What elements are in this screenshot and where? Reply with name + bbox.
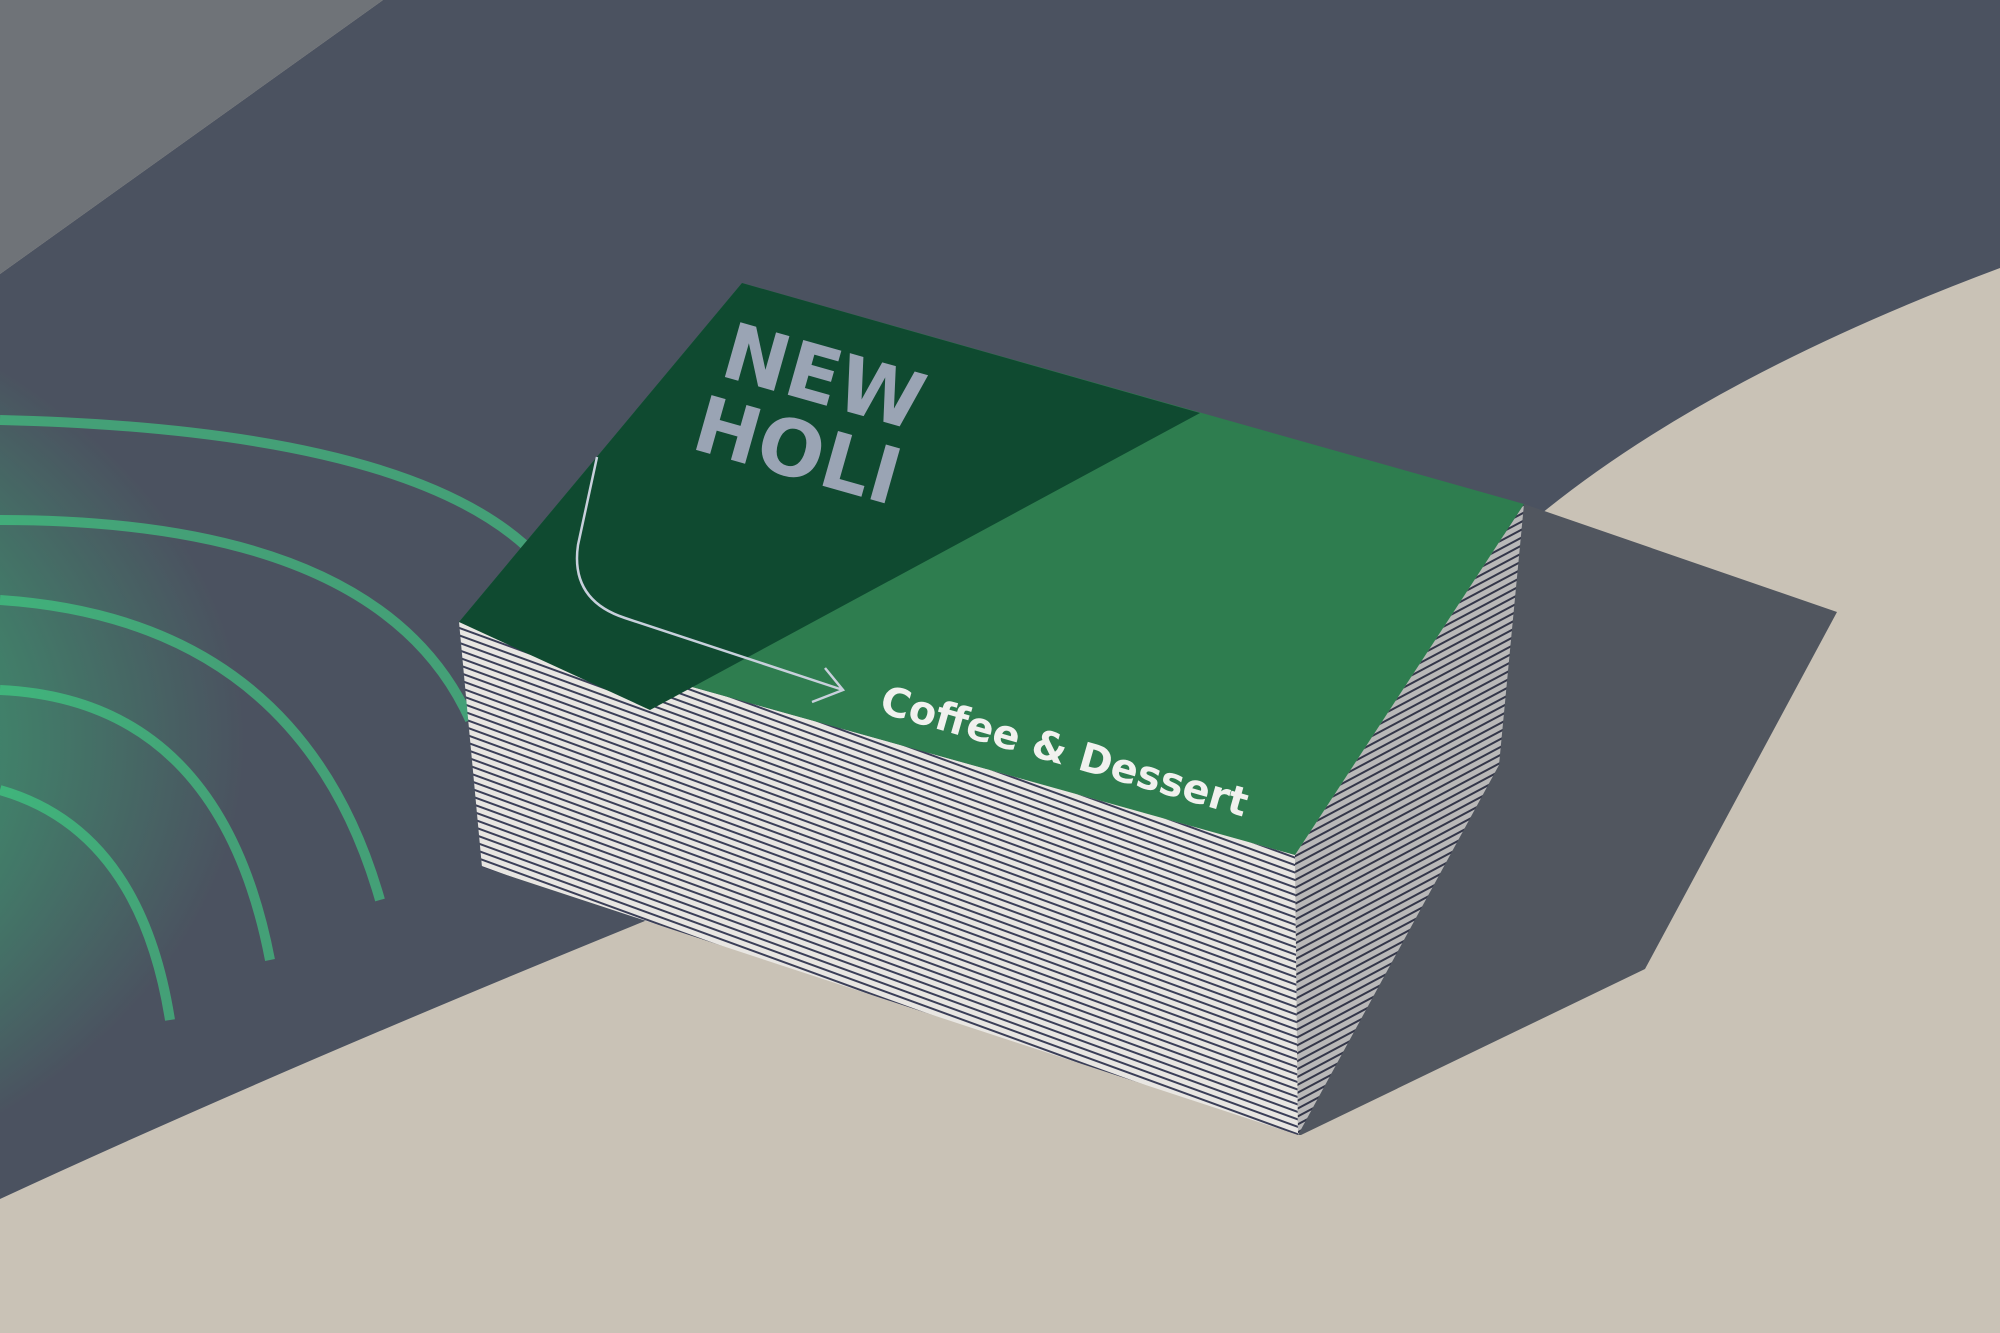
product-photo: NEW HOLI Coffee & Dessert	[0, 0, 2000, 1333]
